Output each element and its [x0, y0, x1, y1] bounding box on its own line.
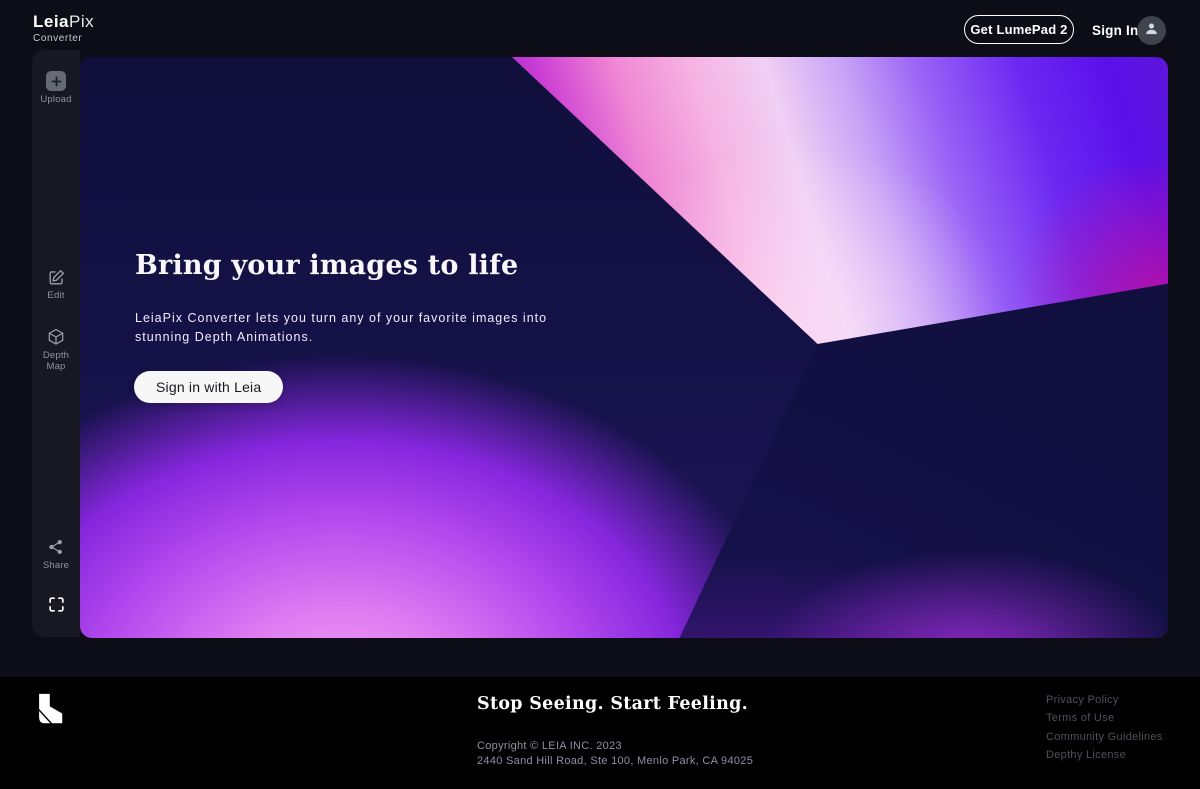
footer-tagline: Stop Seeing. Start Feeling. — [477, 694, 748, 714]
upload-plus-icon — [32, 70, 80, 92]
link-depthy-license[interactable]: Depthy License — [1046, 746, 1163, 764]
link-terms-of-use[interactable]: Terms of Use — [1046, 709, 1163, 727]
sidebar-item-label: Depth Map — [37, 351, 75, 373]
brand-light-text: Pix — [69, 12, 94, 31]
share-icon — [32, 536, 80, 558]
tools-sidebar: Upload Edit Depth Map — [32, 50, 80, 637]
top-bar: LeiaPix Converter Get LumePad 2 Sign In — [0, 0, 1200, 57]
footer-links: Privacy Policy Terms of Use Community Gu… — [1046, 691, 1163, 765]
fullscreen-button[interactable] — [32, 593, 80, 618]
hero-description: LeiaPix Converter lets you turn any of y… — [135, 309, 547, 348]
copyright-line1: Copyright © LEIA INC. 2023 — [477, 740, 622, 752]
edit-icon — [32, 266, 80, 288]
app-logo[interactable]: LeiaPix Converter — [33, 13, 94, 44]
hero-description-line1: LeiaPix Converter lets you turn any of y… — [135, 311, 547, 325]
leia-logo-icon — [32, 692, 64, 731]
sidebar-item-label: Edit — [32, 291, 80, 302]
brand-bold-text: Leia — [33, 12, 69, 31]
sign-in-with-leia-button[interactable]: Sign in with Leia — [134, 371, 283, 403]
page-footer: Stop Seeing. Start Feeling. Copyright © … — [0, 677, 1200, 789]
link-privacy-policy[interactable]: Privacy Policy — [1046, 691, 1163, 709]
get-lumepad-button[interactable]: Get LumePad 2 — [964, 15, 1074, 44]
sign-in-link[interactable]: Sign In — [1092, 23, 1138, 38]
sidebar-item-edit[interactable]: Edit — [32, 266, 80, 302]
hero-description-line2: stunning Depth Animations. — [135, 330, 313, 344]
link-community-guidelines[interactable]: Community Guidelines — [1046, 728, 1163, 746]
sidebar-item-depth-map[interactable]: Depth Map — [32, 326, 80, 373]
fullscreen-icon — [32, 593, 80, 615]
sidebar-item-label: Share — [32, 561, 80, 572]
sidebar-item-share[interactable]: Share — [32, 536, 80, 572]
person-icon — [1143, 20, 1160, 42]
hero-title: Bring your images to life — [135, 250, 518, 281]
user-avatar[interactable] — [1137, 16, 1166, 45]
hero-banner: Bring your images to life LeiaPix Conver… — [80, 57, 1168, 638]
copyright-line2: 2440 Sand Hill Road, Ste 100, Menlo Park… — [477, 755, 753, 767]
app-logo-wordmark: LeiaPix — [33, 13, 94, 30]
brand-subtitle: Converter — [33, 34, 94, 44]
sidebar-item-label: Upload — [32, 95, 80, 106]
depth-map-icon — [32, 326, 80, 348]
sidebar-item-upload[interactable]: Upload — [32, 70, 80, 106]
footer-copyright: Copyright © LEIA INC. 2023 2440 Sand Hil… — [477, 739, 753, 769]
